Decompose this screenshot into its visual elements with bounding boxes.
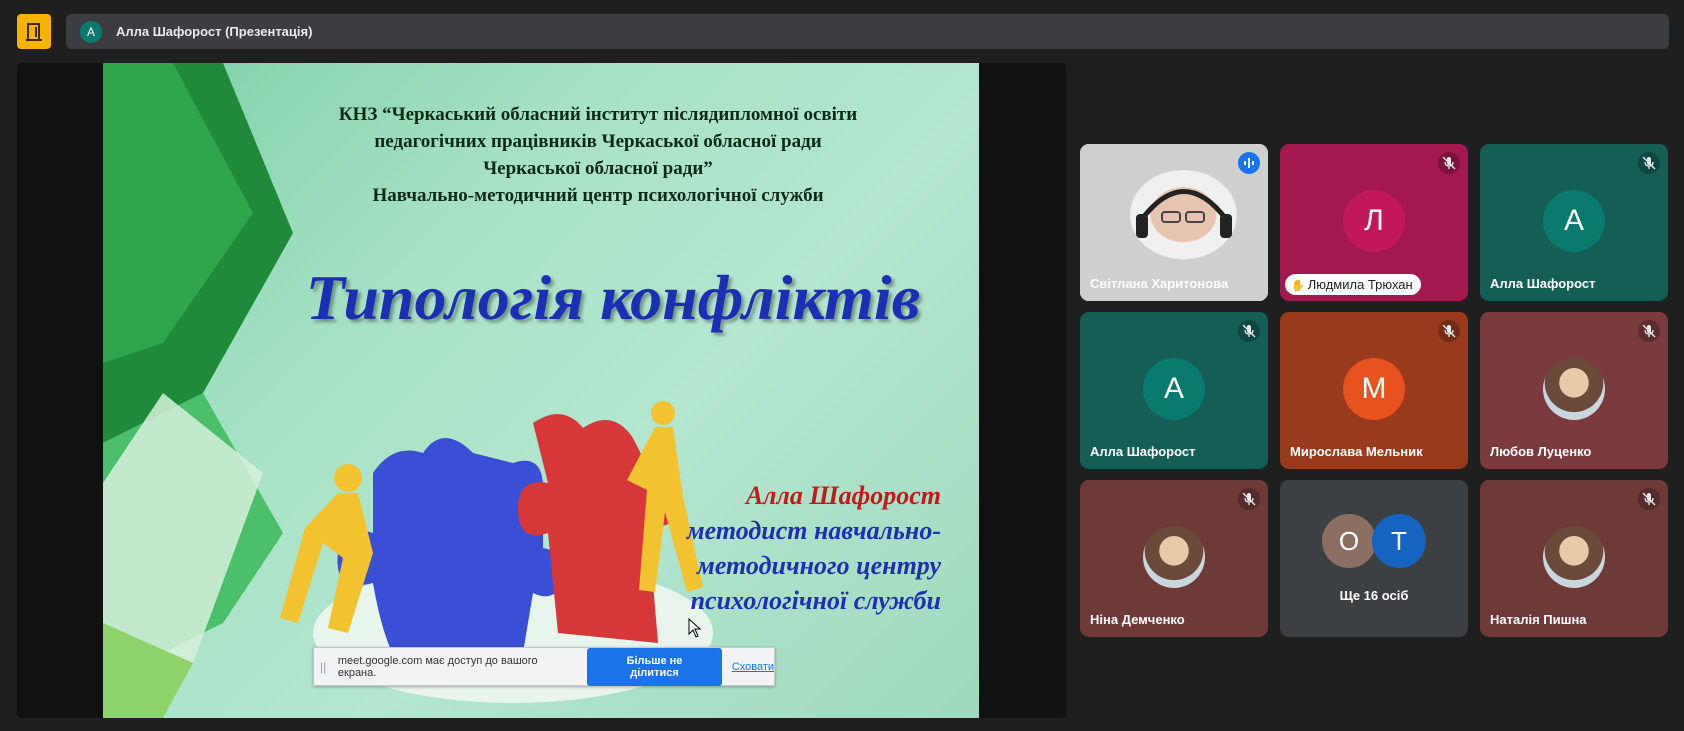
participant-tile[interactable]: Л ✋ Людмила Трюхан [1280, 144, 1468, 301]
participant-tile[interactable]: Ніна Демченко [1080, 480, 1268, 637]
participant-name: Світлана Харитонова [1090, 276, 1228, 291]
presentation-title-bar[interactable]: А Алла Шафорост (Презентація) [66, 14, 1669, 49]
participant-name-text: Алла Шафорост [1090, 444, 1196, 459]
participant-name-text: Людмила Трюхан [1307, 277, 1413, 292]
participant-tile[interactable]: А Алла Шафорост [1080, 312, 1268, 469]
hide-banner-link[interactable]: Сховати [732, 661, 774, 673]
mic-off-icon [1438, 320, 1460, 342]
speaking-indicator-icon [1238, 152, 1260, 174]
drag-handle-icon[interactable]: || [320, 660, 334, 674]
participant-tile[interactable]: Наталія Пишна [1480, 480, 1668, 637]
participant-tile[interactable]: М Мирослава Мельник [1280, 312, 1468, 469]
slide-header-line: педагогічних працівників Черкаської обла… [374, 131, 822, 152]
presentation-stage: КНЗ “Черкаський обласний інститут післяд… [17, 63, 1066, 718]
screen-share-banner: || meet.google.com має доступ до вашого … [313, 647, 775, 686]
mic-off-icon [1238, 488, 1260, 510]
participant-photo [1543, 526, 1605, 588]
participant-avatar: Л [1343, 190, 1405, 252]
mic-off-icon [1238, 320, 1260, 342]
author-role-line: методист навчально- [686, 516, 941, 545]
participant-name: Наталія Пишна [1490, 612, 1587, 627]
author-name: Алла Шафорост [745, 481, 941, 510]
mic-off-icon [1638, 320, 1660, 342]
participant-name-text: Ніна Демченко [1090, 612, 1185, 627]
participant-tile[interactable]: А Алла Шафорост [1480, 144, 1668, 301]
participant-name-text: Ще 16 осіб [1339, 588, 1409, 603]
author-role-line: методичного центру [697, 551, 941, 580]
participant-name: Мирослава Мельник [1290, 444, 1423, 459]
participant-tile[interactable]: Любов Луценко [1480, 312, 1668, 469]
participant-tile[interactable]: Світлана Харитонова [1080, 144, 1268, 301]
participant-avatar: А [1143, 358, 1205, 420]
slide-author: Алла Шафорост методист навчально- методи… [687, 478, 941, 618]
participant-name: Алла Шафорост [1490, 276, 1596, 291]
slide-title: Типологія конфліктів [305, 262, 921, 333]
participant-avatar: М [1343, 358, 1405, 420]
more-participants-avatar: О [1322, 514, 1376, 568]
mic-off-icon [1438, 152, 1460, 174]
participant-name-text: Наталія Пишна [1490, 612, 1587, 627]
mic-off-icon [1638, 152, 1660, 174]
meet-door-icon [26, 22, 42, 41]
meet-logo-button[interactable] [17, 14, 51, 49]
slide-header-line: Черкаської обласної ради” [483, 158, 713, 179]
presenter-avatar: А [80, 20, 102, 43]
slide-header: КНЗ “Черкаський обласний інститут післяд… [273, 101, 923, 209]
author-role-line: психологічної служби [690, 586, 941, 615]
participant-name: ✋ Людмила Трюхан [1285, 274, 1421, 295]
more-participants-label: Ще 16 осіб [1280, 588, 1468, 603]
mouse-cursor-icon [688, 618, 702, 638]
raised-hand-icon: ✋ [1291, 280, 1305, 292]
participant-name-text: Світлана Харитонова [1090, 276, 1229, 291]
share-message: meet.google.com має доступ до вашого екр… [337, 654, 538, 679]
participant-name-text: Алла Шафорост [1490, 276, 1596, 291]
participant-photo [1543, 358, 1605, 420]
participant-name-text: Мирослава Мельник [1290, 444, 1423, 459]
participant-photo [1143, 526, 1205, 588]
more-participants-avatar: Т [1372, 514, 1426, 568]
participant-tile[interactable]: О Т Ще 16 осіб [1280, 480, 1468, 637]
slide-header-line: Навчально-методичний центр психологічної… [372, 185, 824, 206]
participant-name-text: Любов Луценко [1490, 444, 1592, 459]
mic-off-icon [1638, 488, 1660, 510]
participant-name: Алла Шафорост [1090, 444, 1196, 459]
participant-avatar: А [1543, 190, 1605, 252]
stop-sharing-button[interactable]: Більше не ділитися [587, 647, 722, 686]
participant-name: Ніна Демченко [1090, 612, 1185, 627]
participant-name: Любов Луценко [1490, 444, 1591, 459]
shared-slide: КНЗ “Черкаський обласний інститут післяд… [103, 63, 979, 718]
presentation-title: Алла Шафорост (Презентація) [116, 24, 313, 39]
slide-header-line: КНЗ “Черкаський обласний інститут післяд… [338, 104, 858, 125]
